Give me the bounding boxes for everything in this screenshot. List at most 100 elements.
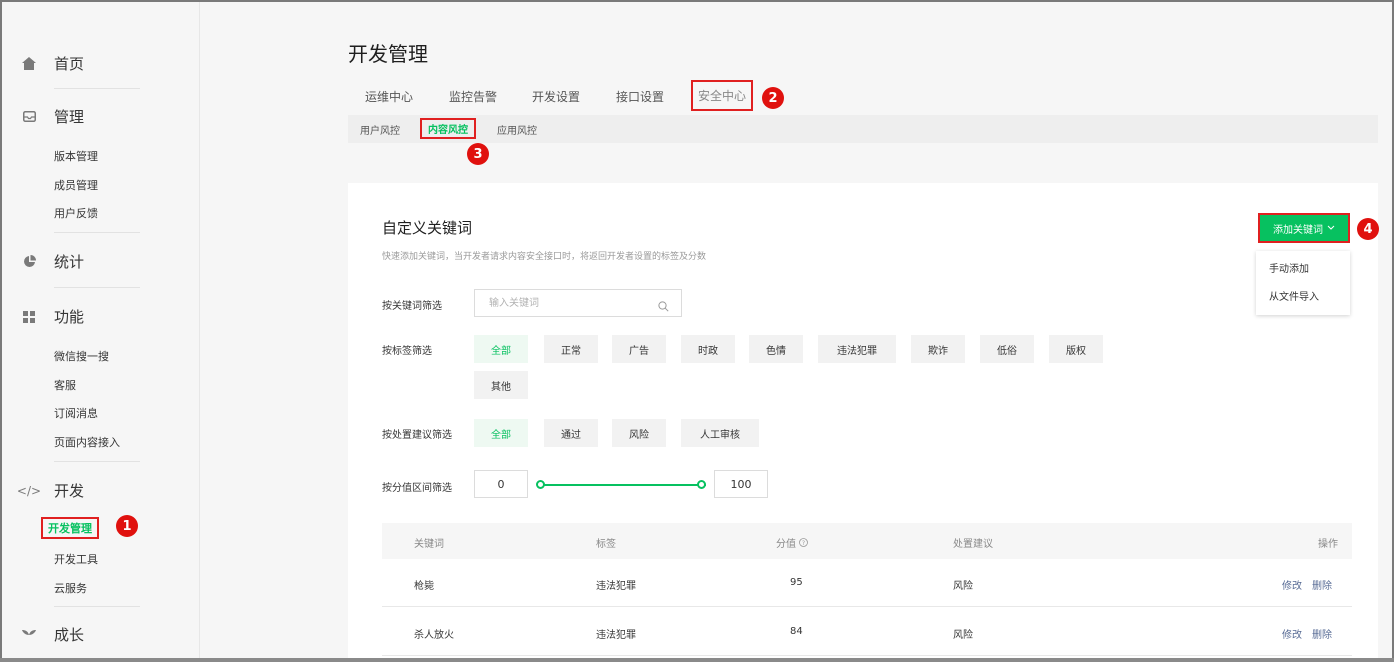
cell-keyword: 杀人放火 — [414, 630, 454, 641]
pie-chart-icon — [22, 255, 36, 269]
cell-tag: 违法犯罪 — [596, 581, 636, 592]
grid-icon — [22, 310, 36, 324]
add-keyword-button[interactable]: 添加关键词 — [1258, 213, 1350, 243]
annotation-badge: 2 — [762, 87, 784, 109]
inbox-icon — [22, 110, 36, 124]
nav-stats[interactable]: 统计 — [22, 251, 84, 272]
column-header-tag: 标签 — [596, 539, 616, 550]
cell-score: 84 — [790, 626, 803, 637]
score-max-input[interactable]: 100 — [714, 470, 768, 498]
column-header-score: 分值 ? — [776, 535, 808, 550]
column-header-keyword: 关键词 — [414, 539, 444, 550]
suggest-chip-manual-review[interactable]: 人工审核 — [681, 419, 759, 447]
tab-bar: 运维中心 监控告警 开发设置 接口设置 安全中心 — [348, 80, 1378, 113]
sidebar: 首页 管理 版本管理 成员管理 用户反馈 统计 功能 微信搜一搜 客服 订阅消息… — [0, 0, 200, 662]
tab-security[interactable]: 安全中心 — [691, 80, 754, 111]
nav-growth[interactable]: 成长 — [22, 624, 84, 645]
cell-keyword: 枪毙 — [414, 581, 434, 592]
window-border-top — [0, 0, 1394, 2]
add-keyword-dropdown: 手动添加 从文件导入 — [1256, 251, 1350, 315]
nav-home-label: 首页 — [54, 55, 85, 73]
nav-growth-label: 成长 — [54, 626, 85, 644]
tag-filter-label: 按标签筛选 — [382, 346, 432, 357]
sidebar-item-version[interactable]: 版本管理 — [54, 148, 98, 164]
score-slider-max-handle[interactable] — [697, 480, 706, 489]
help-icon[interactable]: ? — [799, 538, 808, 547]
divider — [54, 287, 140, 288]
nav-develop-label: 开发 — [54, 482, 85, 500]
tag-chip-copyright[interactable]: 版权 — [1049, 335, 1103, 363]
sidebar-item-members[interactable]: 成员管理 — [54, 177, 98, 193]
subtab-content-risk[interactable]: 内容风控 — [420, 118, 476, 139]
keyword-search-box — [474, 289, 682, 317]
edit-link[interactable]: 修改 — [1282, 626, 1302, 641]
tag-chip-politics[interactable]: 时政 — [681, 335, 735, 363]
divider — [54, 88, 140, 89]
nav-features-label: 功能 — [54, 308, 85, 326]
tag-chip-ad[interactable]: 广告 — [612, 335, 666, 363]
suggest-chip-risk[interactable]: 风险 — [612, 419, 666, 447]
suggest-chip-all[interactable]: 全部 — [474, 419, 528, 447]
score-slider-min-handle[interactable] — [536, 480, 545, 489]
cell-suggestion: 风险 — [953, 581, 973, 592]
column-header-action: 操作 — [1318, 539, 1338, 550]
keyword-filter-label: 按关键词筛选 — [382, 301, 442, 312]
edit-link[interactable]: 修改 — [1282, 577, 1302, 592]
score-filter-label: 按分值区间筛选 — [382, 483, 452, 494]
tab-monitor[interactable]: 监控告警 — [449, 88, 497, 105]
menu-item-manual[interactable]: 手动添加 — [1269, 260, 1309, 275]
tag-chip-other[interactable]: 其他 — [474, 371, 528, 399]
divider — [54, 461, 140, 462]
keyword-card: 自定义关键词 快速添加关键词，当开发者请求内容安全接口时，将返回开发者设置的标签… — [348, 183, 1378, 662]
nav-home[interactable]: 首页 — [22, 53, 84, 74]
table-header: 关键词 标签 分值 ? 处置建议 操作 — [382, 523, 1352, 559]
nav-manage[interactable]: 管理 — [22, 106, 84, 127]
sidebar-item-cloud[interactable]: 云服务 — [54, 580, 87, 596]
column-header-score-label: 分值 — [776, 539, 796, 550]
sidebar-item-service[interactable]: 客服 — [54, 377, 76, 393]
subtab-app-risk[interactable]: 应用风控 — [497, 122, 537, 137]
score-slider-track[interactable] — [540, 484, 706, 486]
score-min-input[interactable]: 0 — [474, 470, 528, 498]
tab-dev-settings[interactable]: 开发设置 — [532, 88, 580, 105]
annotation-badge: 3 — [467, 143, 489, 165]
annotation-badge: 4 — [1357, 218, 1379, 240]
subtab-user-risk[interactable]: 用户风控 — [360, 122, 400, 137]
menu-item-import-file[interactable]: 从文件导入 — [1269, 288, 1319, 303]
search-icon[interactable] — [658, 297, 669, 312]
tab-ops[interactable]: 运维中心 — [365, 88, 413, 105]
tag-chip-vulgar[interactable]: 低俗 — [980, 335, 1034, 363]
nav-features[interactable]: 功能 — [22, 306, 84, 327]
subtab-bar: 用户风控 内容风控 应用风控 — [348, 115, 1378, 143]
nav-develop[interactable]: </> 开发 — [16, 480, 85, 501]
window-border-bottom — [0, 658, 1394, 662]
tag-chip-crime[interactable]: 违法犯罪 — [818, 335, 896, 363]
column-header-suggestion: 处置建议 — [953, 539, 993, 550]
chevron-down-icon — [1327, 223, 1335, 234]
divider — [54, 606, 140, 607]
nav-stats-label: 统计 — [54, 253, 85, 271]
keyword-search-input[interactable] — [475, 290, 645, 316]
tag-chip-porn[interactable]: 色情 — [749, 335, 803, 363]
divider — [54, 232, 140, 233]
tag-chip-normal[interactable]: 正常 — [544, 335, 598, 363]
sidebar-item-dev-tools[interactable]: 开发工具 — [54, 551, 98, 567]
sidebar-item-subscribe[interactable]: 订阅消息 — [54, 405, 98, 421]
tag-chip-all[interactable]: 全部 — [474, 335, 528, 363]
tag-chip-fraud[interactable]: 欺诈 — [911, 335, 965, 363]
sidebar-item-feedback[interactable]: 用户反馈 — [54, 205, 98, 221]
sidebar-item-search[interactable]: 微信搜一搜 — [54, 348, 109, 364]
code-icon: </> — [16, 483, 42, 498]
page-title: 开发管理 — [348, 42, 428, 66]
delete-link[interactable]: 删除 — [1312, 577, 1332, 592]
add-keyword-label: 添加关键词 — [1273, 224, 1323, 236]
table-row: 枪毙 违法犯罪 95 风险 修改 删除 — [382, 559, 1352, 607]
delete-link[interactable]: 删除 — [1312, 626, 1332, 641]
sidebar-item-dev-manage[interactable]: 开发管理 — [41, 517, 99, 539]
cell-suggestion: 风险 — [953, 630, 973, 641]
tab-api-settings[interactable]: 接口设置 — [616, 88, 664, 105]
nav-manage-label: 管理 — [54, 108, 85, 126]
sidebar-item-content-access[interactable]: 页面内容接入 — [54, 434, 120, 450]
cell-score: 95 — [790, 577, 803, 588]
suggest-chip-pass[interactable]: 通过 — [544, 419, 598, 447]
